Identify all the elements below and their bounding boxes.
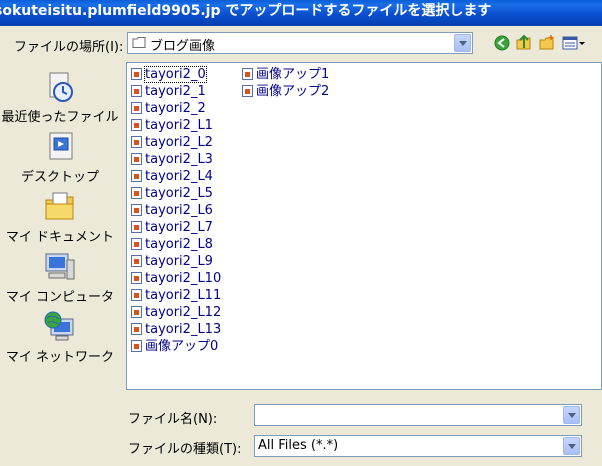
- view-menu-icon[interactable]: [562, 34, 586, 52]
- file-name: 画像アップ1: [256, 67, 330, 82]
- file-item[interactable]: tayori2_L8: [131, 237, 213, 253]
- image-file-icon: [131, 255, 142, 267]
- place-label: マイ ネットワーク: [5, 350, 115, 365]
- file-item[interactable]: tayori2_L13: [131, 322, 221, 338]
- file-item[interactable]: tayori2_L9: [131, 254, 213, 270]
- recent-documents-icon: [49, 72, 73, 102]
- file-item[interactable]: 画像アップ0: [131, 339, 218, 355]
- file-item[interactable]: tayori2_L7: [131, 220, 213, 236]
- file-item[interactable]: tayori2_L4: [131, 169, 213, 185]
- back-icon[interactable]: [493, 34, 511, 52]
- file-name: tayori2_L1: [145, 118, 213, 133]
- image-file-icon: [131, 102, 142, 114]
- file-item[interactable]: tayori2_L10: [131, 271, 221, 287]
- file-name: tayori2_L5: [145, 186, 213, 201]
- file-name: tayori2_L8: [145, 237, 213, 252]
- file-name: tayori2_L13: [145, 322, 222, 337]
- chevron-down-icon[interactable]: [454, 34, 471, 52]
- folder-icon: [132, 37, 146, 48]
- window-title: sokuteisitu.plumfield9905.jp でアップロードするファ…: [0, 3, 492, 19]
- image-file-icon: [131, 136, 142, 148]
- image-file-icon: [131, 153, 142, 165]
- place-my-documents[interactable]: マイ ドキュメント: [0, 190, 120, 245]
- place-label: 最近使ったファイル: [1, 110, 119, 125]
- new-folder-icon[interactable]: [538, 34, 556, 52]
- file-item[interactable]: tayori2_L2: [131, 135, 213, 151]
- file-item[interactable]: tayori2_L11: [131, 288, 221, 304]
- image-file-icon: [131, 204, 142, 216]
- file-item[interactable]: tayori2_L5: [131, 186, 213, 202]
- lookin-dropdown[interactable]: ブログ画像: [127, 32, 473, 54]
- file-item[interactable]: tayori2_L6: [131, 203, 213, 219]
- file-name: 画像アップ2: [256, 84, 330, 99]
- image-file-icon: [131, 85, 142, 97]
- file-item[interactable]: tayori2_0: [131, 66, 207, 83]
- places-bar: 最近使ったファイル デスクトップ マイ ドキュメント マイ コンピュータ マイ …: [0, 62, 120, 462]
- image-file-icon: [131, 119, 142, 131]
- image-file-icon: [131, 289, 142, 301]
- title-bar: sokuteisitu.plumfield9905.jp でアップロードするファ…: [0, 0, 602, 26]
- file-name: tayori2_L6: [145, 203, 213, 218]
- file-name: 画像アップ0: [145, 339, 219, 354]
- file-item[interactable]: 画像アップ1: [242, 67, 329, 83]
- file-name: tayori2_L9: [145, 254, 213, 269]
- file-name: tayori2_L10: [145, 271, 222, 286]
- up-folder-icon[interactable]: [515, 34, 533, 52]
- place-label: デスクトップ: [20, 170, 99, 185]
- file-name: tayori2_L4: [145, 169, 213, 184]
- image-file-icon: [242, 68, 253, 80]
- place-recent[interactable]: 最近使ったファイル: [0, 70, 120, 125]
- my-documents-icon: [45, 192, 74, 220]
- image-file-icon: [131, 170, 142, 182]
- image-file-icon: [131, 221, 142, 233]
- filetype-value: All Files (*.*): [258, 438, 339, 453]
- file-name: tayori2_L3: [145, 152, 213, 167]
- file-item[interactable]: tayori2_L3: [131, 152, 213, 168]
- file-name: tayori2_L11: [145, 288, 222, 303]
- file-item[interactable]: tayori2_L1: [131, 118, 213, 134]
- image-file-icon: [242, 85, 253, 97]
- image-file-icon: [131, 187, 142, 199]
- place-my-computer[interactable]: マイ コンピュータ: [0, 250, 120, 305]
- my-network-icon: [44, 311, 74, 341]
- desktop-icon: [49, 132, 73, 160]
- chevron-down-icon[interactable]: [563, 437, 580, 455]
- place-label: マイ コンピュータ: [5, 290, 115, 305]
- file-name: tayori2_L12: [145, 305, 222, 320]
- file-item[interactable]: tayori2_L12: [131, 305, 221, 321]
- file-name: tayori2_2: [145, 101, 206, 116]
- file-name: tayori2_1: [145, 84, 206, 99]
- file-item[interactable]: 画像アップ2: [242, 84, 329, 100]
- file-name: tayori2_L2: [145, 135, 213, 150]
- file-item[interactable]: tayori2_2: [131, 101, 206, 117]
- image-file-icon: [131, 238, 142, 250]
- place-my-network[interactable]: マイ ネットワーク: [0, 310, 120, 365]
- filetype-label: ファイルの種類(T):: [128, 442, 242, 457]
- file-name: tayori2_L7: [145, 220, 213, 235]
- image-file-icon: [131, 323, 142, 335]
- my-computer-icon: [45, 253, 75, 280]
- lookin-value: ブログ画像: [150, 39, 216, 54]
- filetype-dropdown[interactable]: All Files (*.*): [254, 435, 582, 457]
- image-file-icon: [131, 306, 142, 318]
- place-label: マイ ドキュメント: [5, 230, 115, 245]
- filename-label: ファイル名(N):: [128, 412, 218, 427]
- filename-field[interactable]: [254, 404, 582, 426]
- file-name: tayori2_0: [144, 66, 207, 83]
- image-file-icon: [131, 68, 142, 80]
- image-file-icon: [131, 272, 142, 284]
- lookin-label: ファイルの場所(I):: [14, 40, 124, 55]
- place-desktop[interactable]: デスクトップ: [0, 130, 120, 185]
- file-list[interactable]: tayori2_0 tayori2_1 tayori2_2 tayori2_L1tay…: [126, 62, 602, 390]
- file-item[interactable]: tayori2_1: [131, 84, 206, 100]
- image-file-icon: [131, 340, 142, 352]
- chevron-down-icon[interactable]: [563, 406, 580, 424]
